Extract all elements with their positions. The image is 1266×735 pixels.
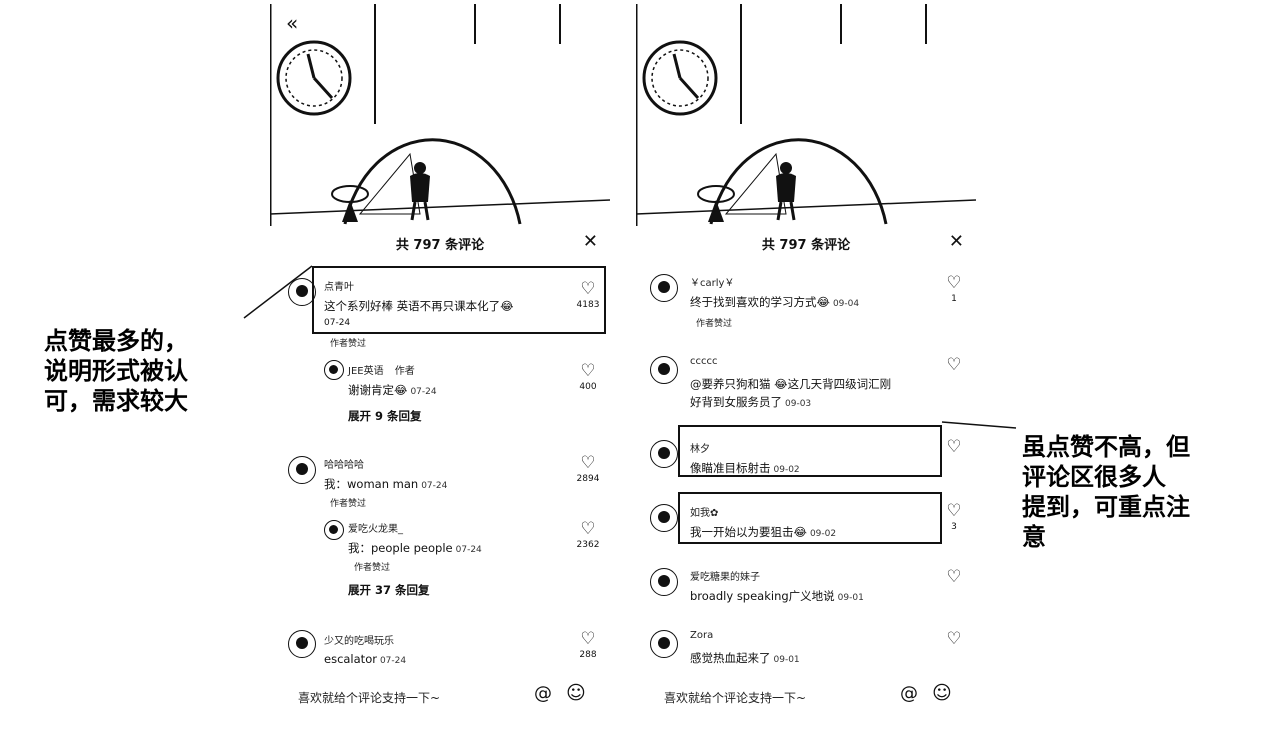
annotation-line: 评论区很多人 [1022,463,1166,491]
annotation-line: 点赞最多的， [44,327,188,355]
annotation-line: 可，需求较大 [44,387,188,415]
annotation-line: 提到，可重点注 [1022,493,1190,521]
annotation-line: 意 [1022,523,1046,551]
annotation-right: 虽点赞不高，但 评论区很多人 提到，可重点注 意 [1022,432,1232,552]
leader-line-left [243,265,313,319]
annotation-line: 虽点赞不高，但 [1022,433,1190,461]
annotation-line: 说明形式被认 [44,357,188,385]
leader-line-right [941,421,1017,429]
annotation-left: 点赞最多的， 说明形式被认 可，需求较大 [44,326,244,416]
